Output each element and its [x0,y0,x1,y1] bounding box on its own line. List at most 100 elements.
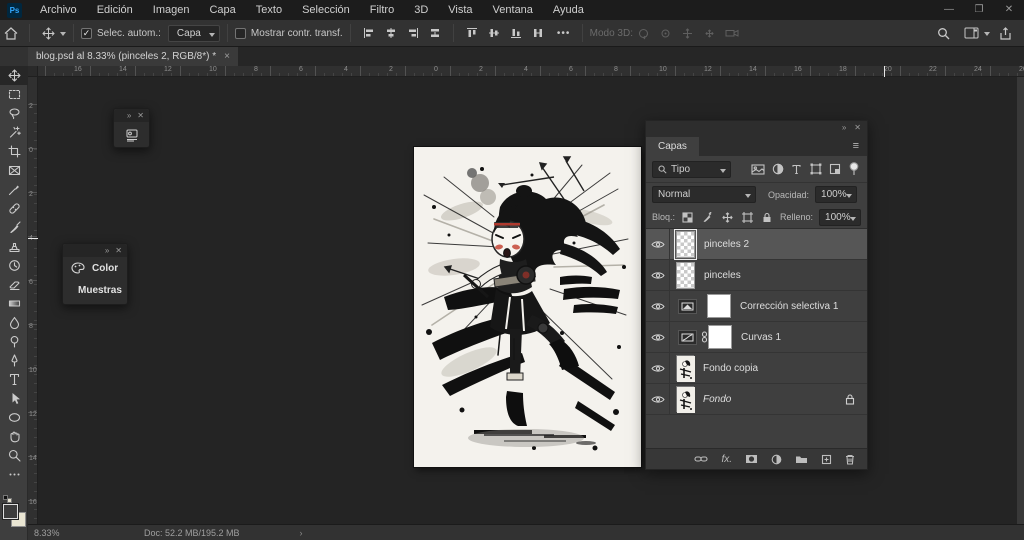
link-layers-icon[interactable] [694,455,708,463]
filter-adjustment-layers-icon[interactable] [771,163,784,175]
hand-tool[interactable] [0,427,28,446]
tab-close-icon[interactable]: × [224,51,230,62]
muestras-panel-tab[interactable]: Muestras [63,279,127,301]
layers-collapse-icon[interactable]: » [842,123,846,132]
filter-toggle-icon[interactable] [848,162,861,176]
add-layer-mask-icon[interactable] [745,454,758,464]
lock-position-icon[interactable] [721,211,735,223]
restore-button[interactable]: ❐ [964,0,994,20]
eyedropper-tool[interactable] [0,180,28,199]
visibility-eye-icon[interactable] [646,383,670,415]
delete-layer-trash-icon[interactable] [845,454,855,465]
layer-mask-thumbnail[interactable] [707,294,731,318]
visibility-eye-icon[interactable] [646,321,670,353]
menu-vista[interactable]: Vista [438,0,482,20]
search-icon[interactable] [932,23,954,43]
layers-panel-menu-icon[interactable]: ≡ [845,137,867,156]
rectangular-marquee-tool[interactable] [0,85,28,104]
smudge-tool[interactable] [0,313,28,332]
lock-image-pixels-icon[interactable] [701,211,715,223]
foreground-color-swatch[interactable] [2,503,19,520]
filter-smart-objects-icon[interactable] [829,163,842,175]
magic-wand-tool[interactable] [0,123,28,142]
lock-artboard-icon[interactable] [740,211,754,223]
visibility-eye-icon[interactable] [646,259,670,291]
new-adjustment-layer-icon[interactable] [771,454,782,465]
eraser-tool[interactable] [0,275,28,294]
layer-row-curvas[interactable]: Curvas 1 [646,321,867,353]
align-vertical-centers-icon[interactable] [483,23,505,43]
frame-tool[interactable] [0,161,28,180]
history-brush-tool[interactable] [0,256,28,275]
menu-ayuda[interactable]: Ayuda [543,0,594,20]
filter-pixel-layers-icon[interactable] [751,163,765,175]
zoom-tool[interactable] [0,446,28,465]
visibility-eye-icon[interactable] [646,229,670,260]
menu-capa[interactable]: Capa [199,0,245,20]
align-left-edges-icon[interactable] [358,23,380,43]
filter-type-layers-icon[interactable] [790,164,803,175]
home-icon[interactable] [0,23,22,43]
healing-brush-tool[interactable] [0,199,28,218]
layer-filter-dropdown[interactable]: Tipo [652,160,732,178]
gradient-tool[interactable] [0,294,28,313]
opacity-dropdown[interactable]: 100% [815,186,858,203]
menu-edicion[interactable]: Edición [87,0,143,20]
more-options-button[interactable]: ••• [553,23,575,43]
auto-select-target-dropdown[interactable]: Capa [167,24,220,42]
zoom-level-field[interactable]: 8.33% [34,528,94,538]
lock-transparent-pixels-icon[interactable] [681,211,695,223]
align-right-edges-icon[interactable] [402,23,424,43]
horizontal-ruler[interactable]: 16141210864202468101214161820222426 [28,66,1024,77]
layers-tab[interactable]: Capas [646,137,699,156]
workspace-switcher-icon[interactable] [960,23,982,43]
collapsed-panel[interactable]: » ✕ [113,108,150,148]
show-transform-checkbox[interactable]: ✓ [234,27,246,39]
lasso-tool[interactable] [0,104,28,123]
color-panel-tab[interactable]: Color [63,257,127,279]
document-tab[interactable]: blog.psd al 8.33% (pinceles 2, RGB/8*) *… [28,47,238,66]
layer-thumbnail[interactable] [676,355,695,382]
layer-row-pinceles-2[interactable]: pinceles 2 [646,229,867,260]
new-group-folder-icon[interactable] [795,454,808,464]
document-canvas[interactable] [414,147,641,467]
layer-name[interactable]: pinceles [704,270,741,281]
selective-color-adjustment-icon[interactable] [678,298,697,314]
layer-mask-thumbnail[interactable] [708,325,732,349]
layer-row-pinceles[interactable]: pinceles [646,259,867,291]
vertical-ruler[interactable]: 20246810121416 [28,77,38,524]
share-icon[interactable] [994,23,1016,43]
pen-tool[interactable] [0,351,28,370]
layer-thumbnail[interactable] [676,386,695,413]
dodge-tool[interactable] [0,332,28,351]
layer-style-fx-icon[interactable]: fx. [721,454,732,465]
distribute-horizontal-icon[interactable] [424,23,446,43]
workspace-chevron-icon[interactable] [984,32,990,36]
panel-collapse-icon[interactable]: » [105,246,109,255]
menu-ventana[interactable]: Ventana [483,0,543,20]
panel-collapse-icon[interactable]: » [127,111,131,120]
panel-close-icon[interactable]: ✕ [115,246,122,255]
menu-texto[interactable]: Texto [246,0,292,20]
auto-select-checkbox[interactable]: ✓ [81,27,92,39]
status-options-chevron-icon[interactable]: › [300,528,303,538]
align-top-edges-icon[interactable] [461,23,483,43]
type-tool[interactable] [0,370,28,389]
layer-thumbnail[interactable] [676,261,695,289]
close-button[interactable]: ✕ [994,0,1024,20]
layer-name[interactable]: Curvas 1 [741,332,781,343]
clone-stamp-tool[interactable] [0,237,28,256]
layer-row-correccion-selectiva[interactable]: Corrección selectiva 1 [646,290,867,322]
move-tool[interactable] [0,66,28,85]
mask-link-icon[interactable] [701,331,708,343]
panel-close-icon[interactable]: ✕ [137,111,144,120]
new-layer-icon[interactable] [821,454,832,465]
layer-name[interactable]: Fondo copia [703,363,758,374]
layers-close-icon[interactable]: ✕ [854,123,861,132]
minimize-button[interactable]: — [934,0,964,20]
brush-tool[interactable] [0,218,28,237]
crop-tool[interactable] [0,142,28,161]
lock-all-icon[interactable] [760,212,774,223]
layer-name[interactable]: Fondo [703,394,731,405]
align-horizontal-centers-icon[interactable] [380,23,402,43]
